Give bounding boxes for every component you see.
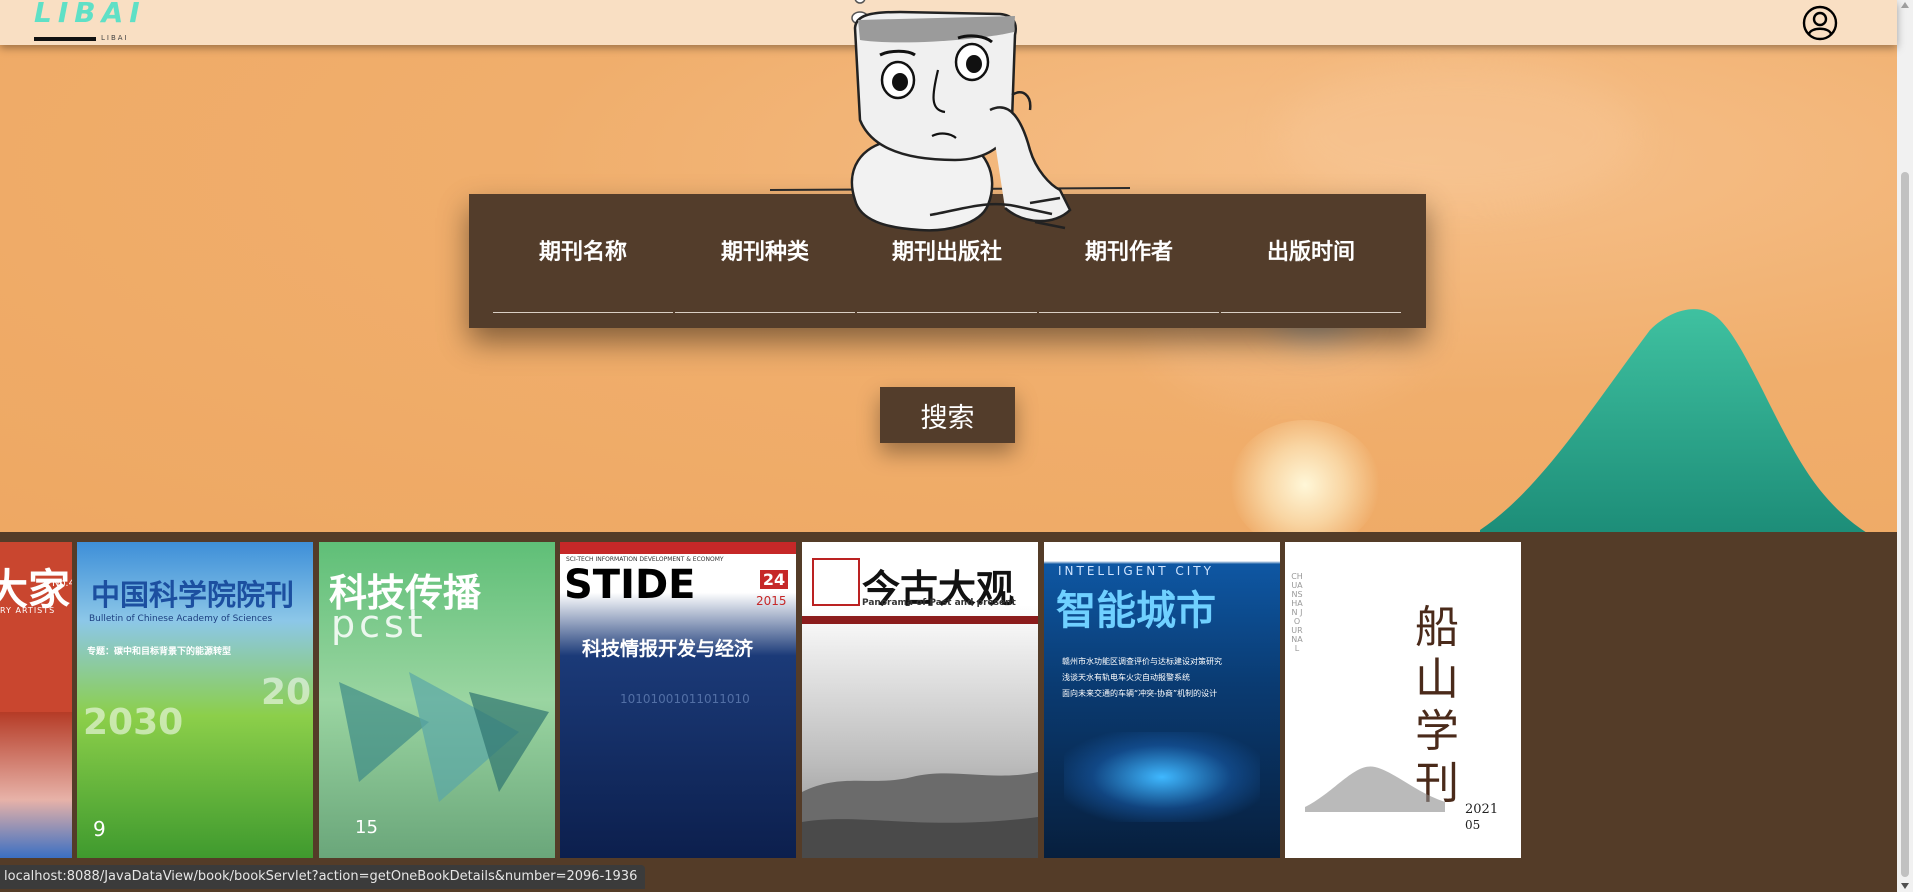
- cover-subtitle: Panorama of Past and present: [862, 598, 1016, 608]
- cover-issue: 15: [355, 817, 378, 838]
- journal-cover[interactable]: 今古大观 Panorama of Past and present: [802, 542, 1038, 858]
- cover-subtitle: Bulletin of Chinese Academy of Sciences: [89, 614, 273, 624]
- cover-subtitle: CHUANSHAN JOURNAL: [1291, 572, 1303, 653]
- cover-issue: 24: [760, 570, 788, 589]
- cover-title: 中国科学院院刊: [91, 578, 295, 612]
- publish-date-field[interactable]: 出版时间: [1221, 194, 1401, 313]
- search-button[interactable]: 搜索: [880, 387, 1015, 443]
- user-circle-icon[interactable]: [1802, 5, 1838, 41]
- cover-year: 2015: [756, 594, 787, 608]
- cover-top-band: [560, 542, 796, 554]
- background-swirl: [1280, 60, 1640, 210]
- cover-headline: 专题：碳中和目标背景下的能源转型: [87, 647, 232, 657]
- cover-headline: 科技情报开发与经济: [582, 638, 754, 660]
- cover-badge: No.4: [52, 578, 72, 589]
- thinking-character-illustration: [769, 0, 1131, 232]
- cover-subtitle: RY ARTISTS: [0, 606, 56, 615]
- background-light: [1230, 420, 1380, 532]
- cover-artwork: [319, 662, 555, 812]
- journal-cover[interactable]: INTELLIGENT CITY 智能城市 赣州市水功能区调查评价与达标建设对策…: [1044, 542, 1280, 858]
- scroll-up-arrow-icon[interactable]: [1901, 2, 1909, 8]
- scroll-down-arrow-icon[interactable]: [1901, 883, 1909, 889]
- vertical-scrollbar[interactable]: [1897, 0, 1913, 892]
- cover-landscape: [802, 772, 1038, 858]
- scrollbar-thumb[interactable]: [1901, 172, 1909, 877]
- site-logo[interactable]: LIBAI: [34, 0, 146, 29]
- publish-date-label: 出版时间: [1266, 240, 1355, 265]
- journal-cover[interactable]: 大家 RY ARTISTS No.4: [0, 542, 72, 858]
- cover-year: 2021: [1465, 802, 1499, 817]
- cover-year-right: 2060: [261, 672, 313, 713]
- logo-underline: [34, 37, 96, 41]
- journal-cover[interactable]: 科技传播 pcst 15: [319, 542, 555, 858]
- cover-headline: 面向未来交通的车辆“冲突-协商”机制的设计: [1062, 689, 1218, 698]
- cover-seal: [812, 558, 860, 606]
- cover-artwork: [0, 712, 72, 858]
- logo-subtext: LIBAI: [101, 34, 129, 42]
- teal-hill-decoration: [1480, 309, 1866, 532]
- cover-headline: 浅谈天水有轨电车火灾自动报警系统: [1062, 673, 1190, 682]
- journal-cover[interactable]: SCI-TECH INFORMATION DEVELOPMENT & ECONO…: [560, 542, 796, 858]
- cover-subtitle: pcst: [331, 602, 427, 646]
- cover-subtitle: INTELLIGENT CITY: [1058, 564, 1214, 578]
- journal-name-label: 期刊名称: [538, 240, 627, 265]
- journal-cover[interactable]: 中国科学院院刊 Bulletin of Chinese Academy of S…: [77, 542, 313, 858]
- cover-binary: 10101001011011010: [620, 692, 750, 706]
- journal-cover-gallery: 大家 RY ARTISTS No.4 中国科学院院刊 Bulletin of C…: [0, 532, 1897, 892]
- cover-title: 智能城市: [1056, 588, 1216, 634]
- cover-issue: 05: [1465, 818, 1481, 832]
- cover-band: [802, 616, 1038, 624]
- cover-headline: 赣州市水功能区调查评价与达标建设对策研究: [1062, 657, 1222, 666]
- journal-cover[interactable]: 船山学刊 CHUANSHAN JOURNAL 2021 05: [1285, 542, 1521, 858]
- cover-artwork: [1064, 732, 1260, 822]
- link-status-bar: localhost:8088/JavaDataView/book/bookSer…: [0, 865, 646, 889]
- journal-name-field[interactable]: 期刊名称: [493, 194, 673, 313]
- cover-issue: 9: [93, 817, 106, 841]
- cover-mountains: [1305, 766, 1445, 812]
